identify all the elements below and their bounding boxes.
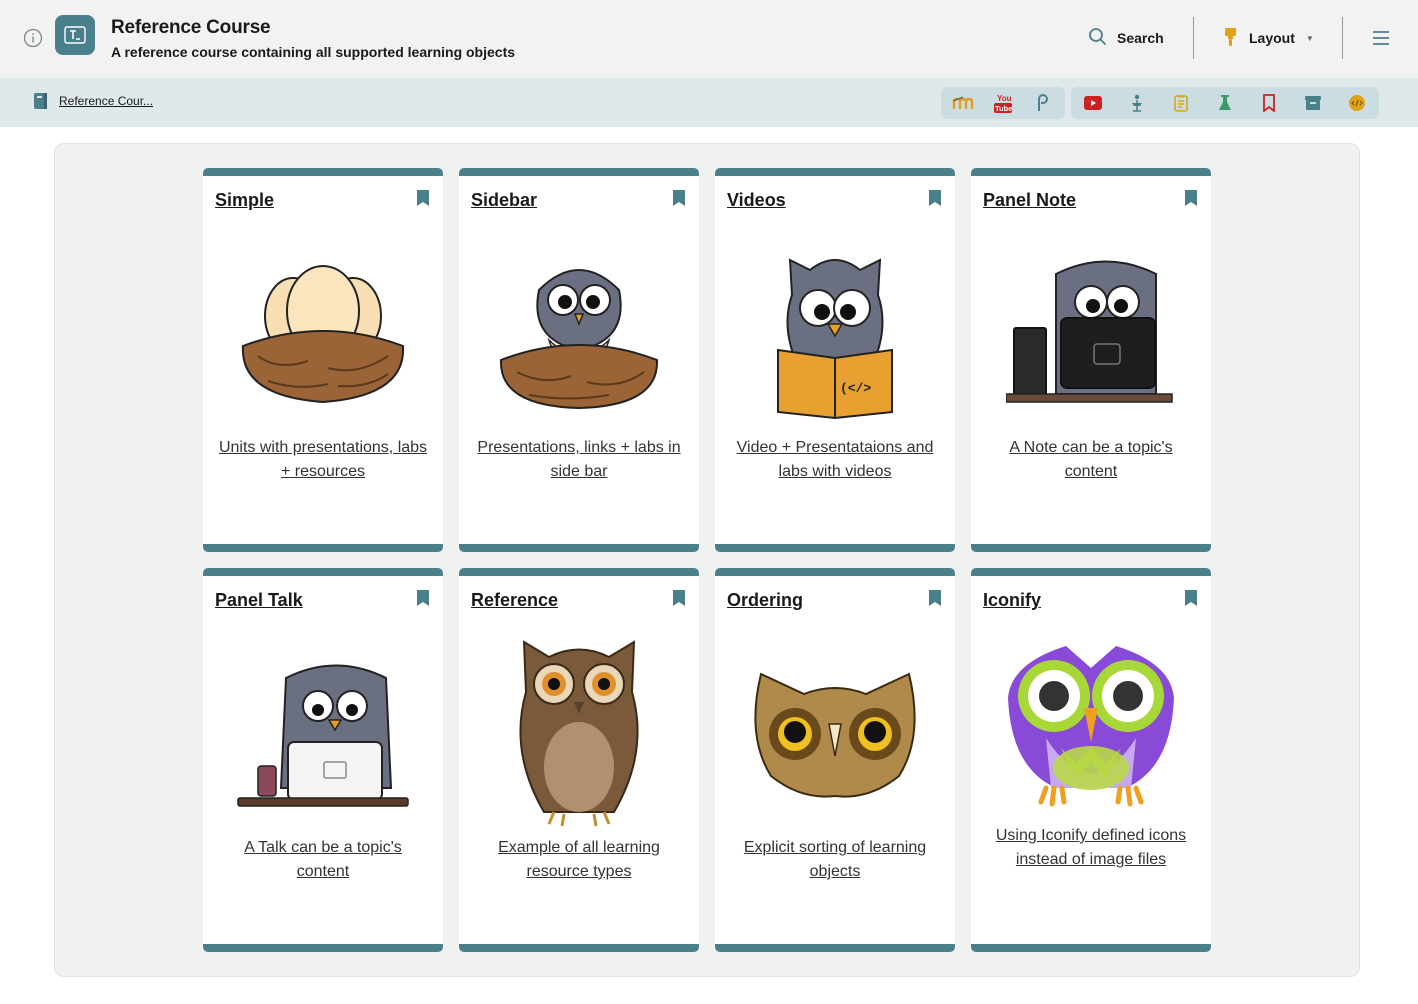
course-logo[interactable] bbox=[55, 15, 95, 55]
breadcrumb-course[interactable]: Reference Cour... bbox=[59, 94, 153, 108]
card-title[interactable]: Reference bbox=[471, 590, 558, 611]
page-title: Reference Course bbox=[111, 17, 271, 38]
search-button[interactable]: Search bbox=[1088, 26, 1164, 50]
svg-text:You: You bbox=[997, 94, 1012, 103]
owl-at-desktop-image bbox=[971, 254, 1211, 406]
bookmark-icon[interactable] bbox=[929, 190, 941, 211]
bookmark-icon[interactable] bbox=[673, 590, 685, 611]
bookmark-icon[interactable] bbox=[1247, 87, 1291, 119]
topic-card[interactable]: Ordering Explicit sorting of learning ob… bbox=[715, 568, 955, 952]
topic-card[interactable]: Panel Talk A Talk can be a topic's conte… bbox=[203, 568, 443, 952]
course-toolbar: Reference Cour... You Tube bbox=[0, 78, 1418, 127]
info-icon[interactable] bbox=[23, 28, 43, 48]
purple-owl-image bbox=[971, 638, 1211, 810]
search-icon bbox=[1088, 27, 1108, 50]
course-book-icon bbox=[33, 92, 49, 115]
card-title[interactable]: Sidebar bbox=[471, 190, 537, 211]
layout-button[interactable]: Layout ▼ bbox=[1222, 26, 1314, 50]
topic-card[interactable]: Reference Example of all learning resour… bbox=[459, 568, 699, 952]
companion-links: You Tube bbox=[941, 87, 1065, 119]
card-title[interactable]: Iconify bbox=[983, 590, 1041, 611]
topic-card[interactable]: Panel Note A Note can be a topic's conte… bbox=[971, 168, 1211, 552]
card-description[interactable]: A Talk can be a topic's content bbox=[217, 836, 429, 884]
archive-icon[interactable] bbox=[1291, 87, 1335, 119]
p-icon[interactable] bbox=[1023, 87, 1063, 119]
realistic-owl-image bbox=[459, 632, 699, 828]
topic-card[interactable]: Sidebar Presentations, links + labs in s… bbox=[459, 168, 699, 552]
card-description[interactable]: Presentations, links + labs in side bar bbox=[473, 436, 685, 484]
card-description[interactable]: Example of all learning resource types bbox=[473, 836, 685, 884]
card-title[interactable]: Ordering bbox=[727, 590, 803, 611]
owl-reading-book-image: (</> bbox=[715, 240, 955, 420]
presentation-icon[interactable] bbox=[1115, 87, 1159, 119]
card-description[interactable]: A Note can be a topic's content bbox=[985, 436, 1197, 484]
card-description[interactable]: Explicit sorting of learning objects bbox=[729, 836, 941, 884]
card-title[interactable]: Panel Talk bbox=[215, 590, 303, 611]
brush-icon bbox=[1222, 27, 1240, 50]
divider bbox=[1342, 17, 1343, 59]
moodle-icon[interactable] bbox=[943, 87, 983, 119]
bookmark-icon[interactable] bbox=[929, 590, 941, 611]
bookmark-icon[interactable] bbox=[417, 590, 429, 611]
card-title[interactable]: Simple bbox=[215, 190, 274, 211]
topic-card[interactable]: Iconify Using Iconify defined icons inst… bbox=[971, 568, 1211, 952]
bookmark-icon[interactable] bbox=[1185, 190, 1197, 211]
owl-with-laptop-image bbox=[203, 658, 443, 808]
bookmark-icon[interactable] bbox=[673, 190, 685, 211]
owl-face-image bbox=[715, 666, 955, 800]
svg-text:Tube: Tube bbox=[995, 104, 1012, 113]
page-subtitle: A reference course containing all suppor… bbox=[111, 44, 516, 60]
code-icon[interactable] bbox=[1335, 87, 1379, 119]
topic-card[interactable]: Videos (</> Video + Presentataions and l… bbox=[715, 168, 955, 552]
card-description[interactable]: Video + Presentataions and labs with vid… bbox=[729, 436, 941, 484]
divider bbox=[1193, 17, 1194, 59]
card-description[interactable]: Units with presentations, labs + resourc… bbox=[217, 436, 429, 484]
lab-icon[interactable] bbox=[1203, 87, 1247, 119]
search-label: Search bbox=[1117, 30, 1164, 46]
card-title[interactable]: Videos bbox=[727, 190, 786, 211]
chevron-down-icon: ▼ bbox=[1305, 33, 1314, 43]
app-header: Reference Course A reference course cont… bbox=[0, 0, 1418, 78]
bookmark-icon[interactable] bbox=[1185, 590, 1197, 611]
hamburger-menu-icon[interactable] bbox=[1370, 28, 1392, 48]
note-icon[interactable] bbox=[1159, 87, 1203, 119]
baby-owl-in-nest-image bbox=[459, 250, 699, 410]
card-description[interactable]: Using Iconify defined icons instead of i… bbox=[985, 824, 1197, 872]
layout-label: Layout bbox=[1249, 30, 1295, 46]
owl-egg-nest-image bbox=[203, 256, 443, 406]
youtube-icon[interactable]: You Tube bbox=[983, 87, 1023, 119]
bookmark-icon[interactable] bbox=[417, 190, 429, 211]
svg-text:(</>: (</> bbox=[840, 381, 871, 396]
card-title[interactable]: Panel Note bbox=[983, 190, 1076, 211]
learning-object-filters bbox=[1071, 87, 1379, 119]
video-icon[interactable] bbox=[1071, 87, 1115, 119]
topic-card[interactable]: Simple Units with presentations, labs + … bbox=[203, 168, 443, 552]
